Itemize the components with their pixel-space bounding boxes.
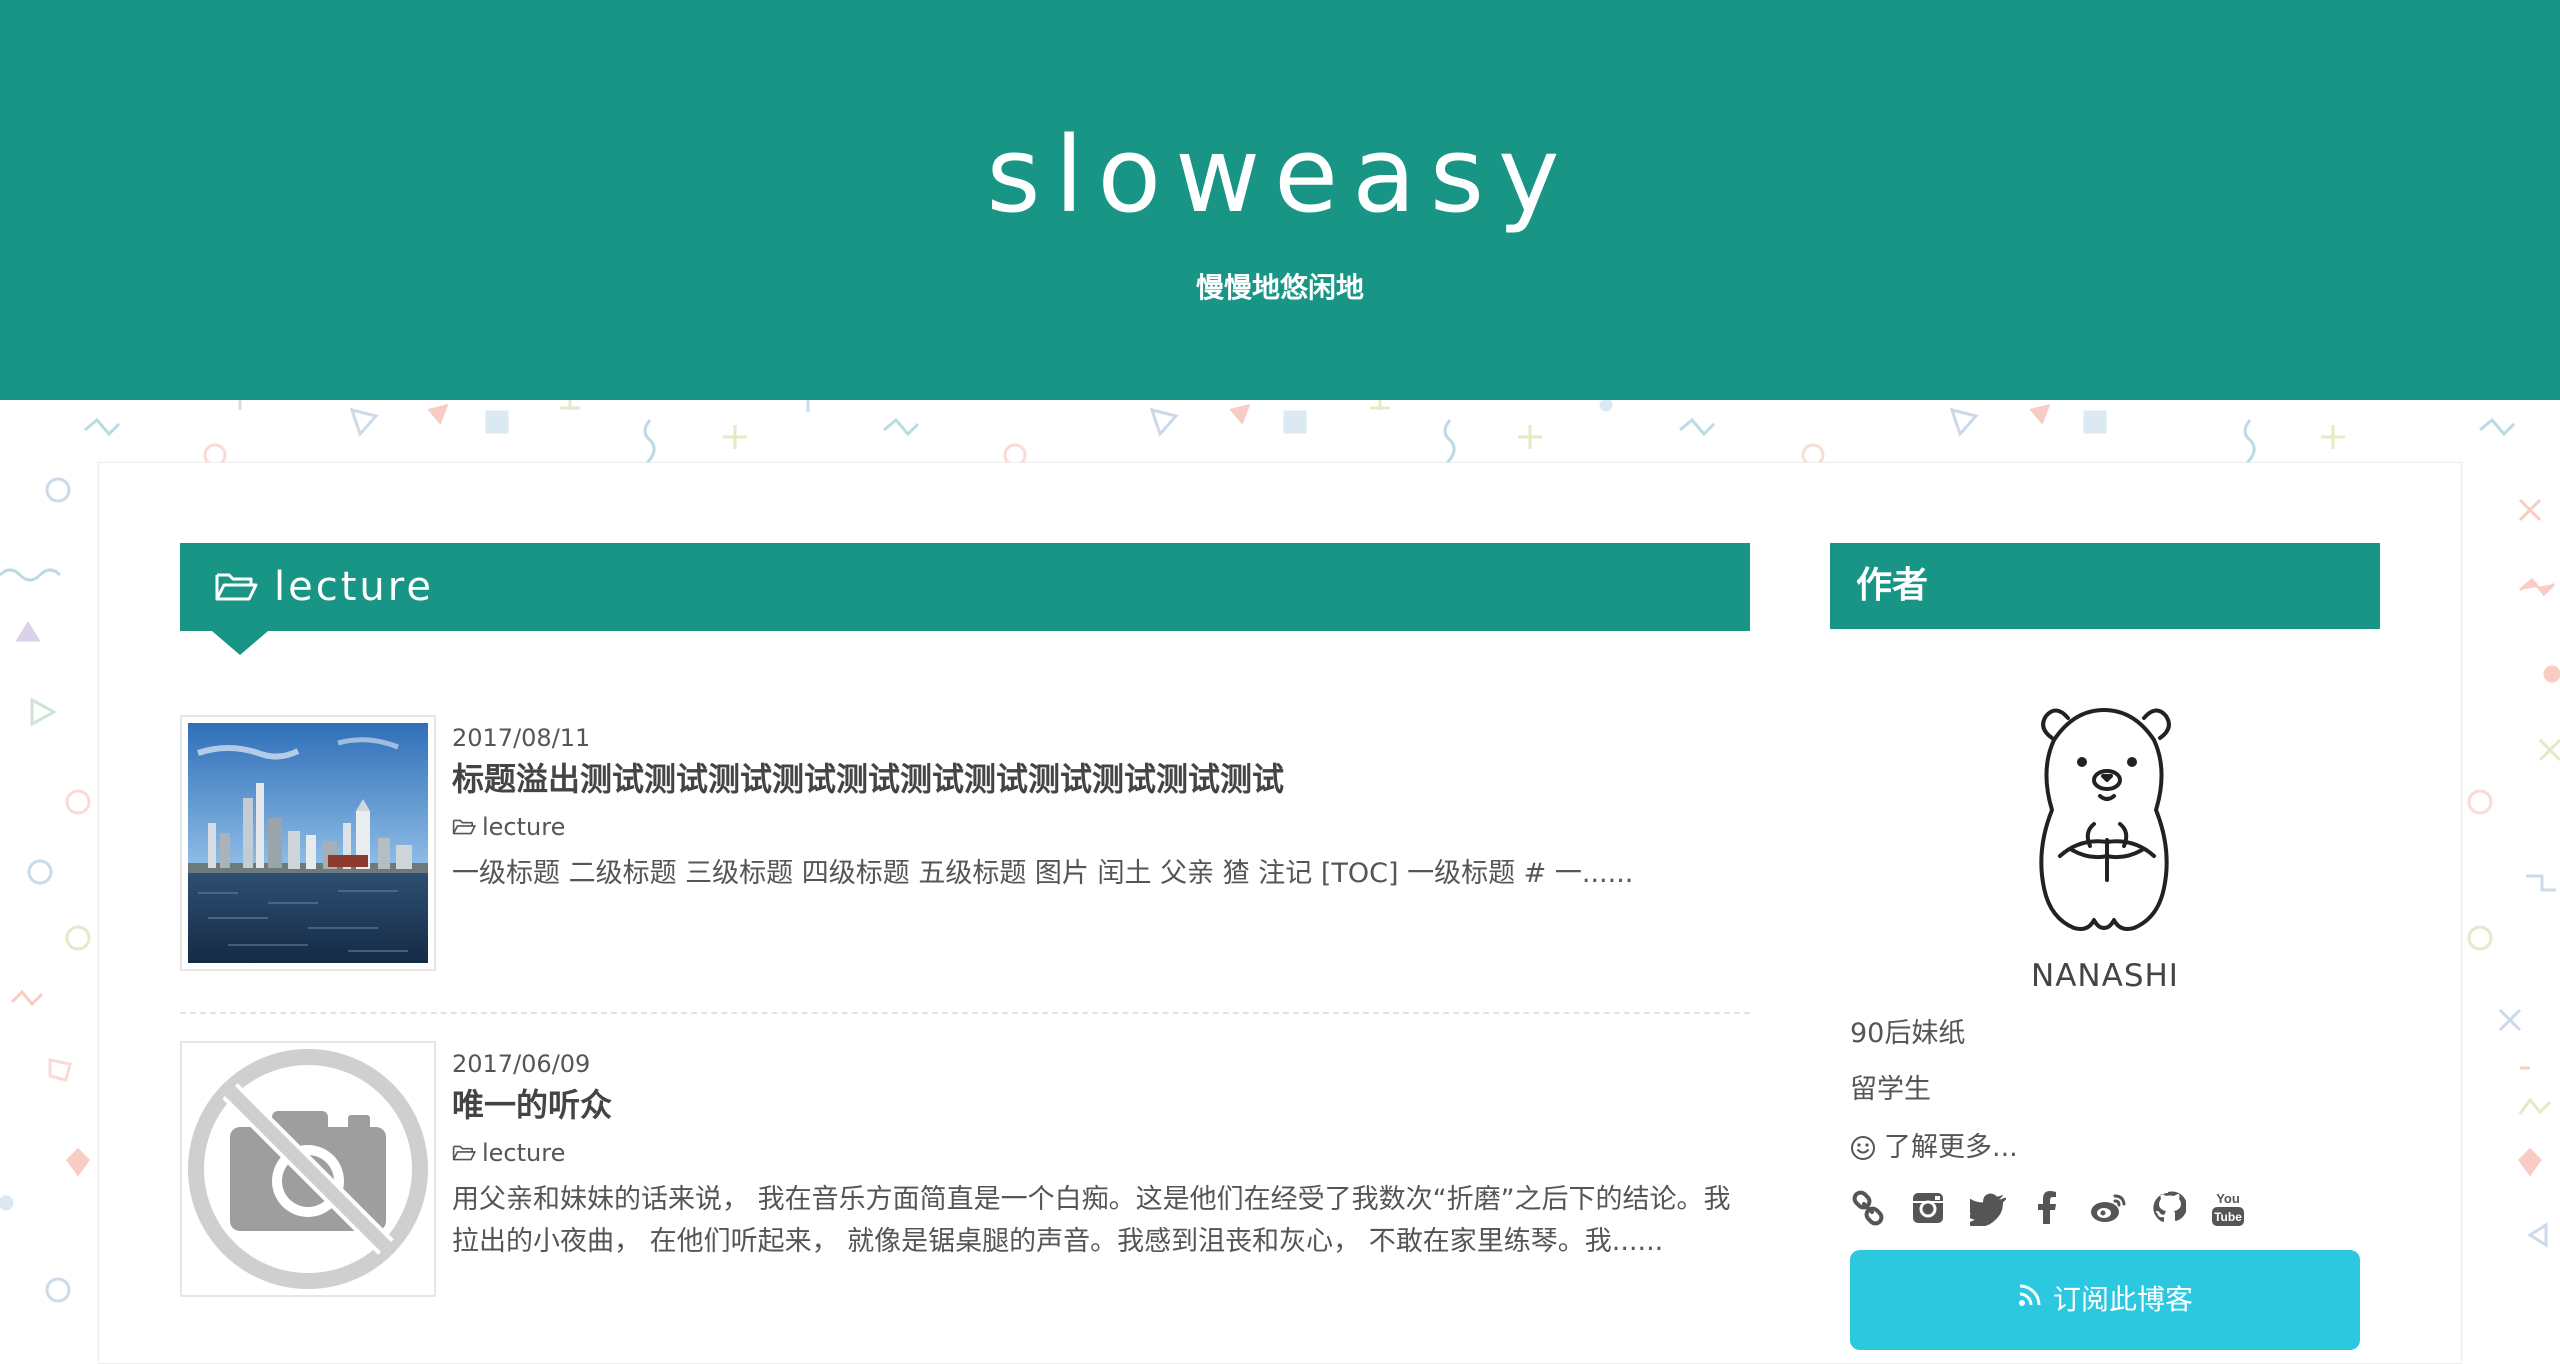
post-title[interactable]: 标题溢出测试测试测试测试测试测试测试测试测试测试测试	[452, 757, 1284, 801]
widget-title: 作者	[1856, 565, 1929, 606]
post-category[interactable]: lecture	[452, 811, 565, 843]
category-title: lecture	[274, 564, 434, 610]
site-subtitle: 慢慢地悠闲地	[1195, 271, 1364, 304]
harbor-photo-icon	[188, 723, 428, 963]
post-excerpt: 一级标题 二级标题 三级标题 四级标题 五级标题 图片 闰土 父亲 猹 注记 […	[452, 858, 1634, 889]
link-icon[interactable]	[1848, 1188, 1888, 1228]
author-widget-header: 作者	[1830, 543, 2380, 629]
learn-more-link[interactable]: 了解更多...	[1850, 1128, 2018, 1168]
post-category[interactable]: lecture	[452, 1137, 565, 1169]
subscribe-button[interactable]: 订阅此博客	[1850, 1250, 2360, 1350]
no-image-icon	[188, 1049, 428, 1289]
post-thumbnail[interactable]	[180, 1041, 436, 1297]
post-excerpt: 用父亲和妹妹的话来说， 我在音乐方面简直是一个白痴。这是他们在经受了我数次“折磨…	[452, 1184, 1731, 1257]
twitter-icon[interactable]	[1968, 1188, 2008, 1228]
folder-open-icon	[215, 573, 258, 601]
author-bio-line: 留学生	[1850, 1074, 1931, 1105]
author-name: NANASHI	[2031, 958, 2179, 994]
post-thumbnail[interactable]	[180, 715, 436, 971]
youtube-icon[interactable]: You Tube	[2208, 1188, 2248, 1228]
weibo-icon[interactable]	[2088, 1188, 2128, 1228]
subscribe-label: 订阅此博客	[2052, 1283, 2193, 1316]
svg-text:Tube: Tube	[2214, 1210, 2242, 1224]
post-divider	[180, 1012, 1750, 1014]
category-header: lecture	[180, 543, 1750, 631]
facebook-icon[interactable]	[2028, 1188, 2068, 1228]
post-date: 2017/06/09	[452, 1050, 591, 1078]
instagram-icon[interactable]	[1908, 1188, 1948, 1228]
site-title[interactable]: sloweasy	[0, 110, 2560, 240]
site-header: sloweasy 慢慢地悠闲地	[0, 0, 2560, 400]
bear-avatar-icon	[2039, 708, 2171, 931]
social-links: You Tube	[1848, 1188, 2248, 1228]
learn-more-label: 了解更多...	[1884, 1132, 2018, 1163]
svg-text:You: You	[2216, 1191, 2240, 1206]
post-category-label: lecture	[482, 813, 566, 841]
author-bio-line: 90后妹纸	[1850, 1018, 1966, 1049]
folder-open-icon	[452, 819, 476, 835]
post-date: 2017/08/11	[452, 724, 591, 752]
smile-icon	[1851, 1136, 1875, 1160]
post-title[interactable]: 唯一的听众	[452, 1083, 612, 1127]
post-category-label: lecture	[482, 1139, 566, 1167]
folder-open-icon	[452, 1145, 476, 1161]
header-pointer	[212, 631, 268, 655]
github-icon[interactable]	[2148, 1188, 2188, 1228]
rss-icon	[2018, 1284, 2041, 1306]
